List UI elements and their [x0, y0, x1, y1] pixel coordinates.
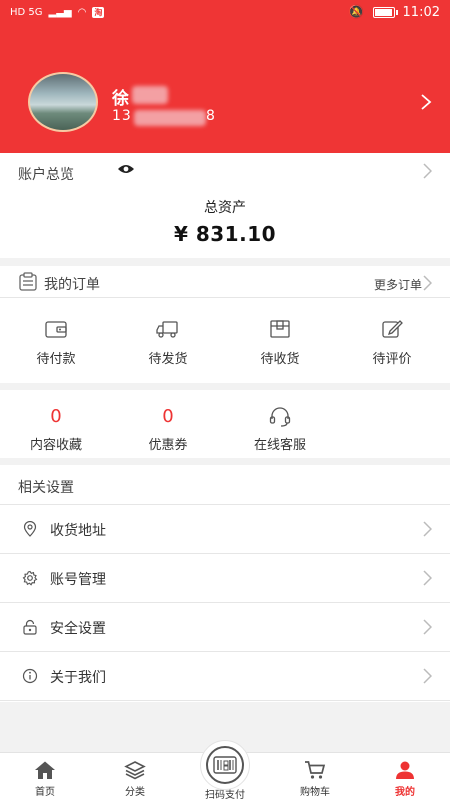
phone-tail: 8 — [206, 108, 216, 124]
scan-pay-button[interactable] — [200, 740, 250, 790]
chevron-right-icon — [422, 521, 432, 537]
settings-item-security[interactable]: 安全设置 — [0, 603, 450, 652]
user-name: 徐 — [112, 89, 129, 109]
phone-mask — [134, 110, 206, 126]
favorites-label: 内容收藏 — [29, 438, 82, 453]
my-orders: 我的订单 更多订单 待付款 待发货 待收货 待评价 — [0, 266, 450, 383]
edit-icon — [382, 320, 403, 338]
order-label: 待发货 — [148, 352, 188, 367]
orders-title: 我的订单 — [44, 277, 100, 293]
profile-header[interactable]: 徐 13 8 — [0, 24, 450, 153]
tab-label: 分类 — [125, 787, 145, 798]
chevron-right-icon — [422, 668, 432, 684]
total-assets-label: 总资产 — [204, 200, 246, 216]
name-mask — [132, 86, 168, 104]
signal-icon: ▂▃▅ — [48, 6, 72, 18]
app-chip: 淘 — [92, 6, 105, 18]
phone-prefix: 13 — [112, 108, 132, 124]
order-label: 待付款 — [36, 352, 76, 367]
order-list-icon — [19, 272, 37, 291]
tab-label: 首页 — [35, 787, 55, 798]
coupons-stat[interactable]: 0 优惠券 — [112, 406, 224, 453]
settings-item-label: 安全设置 — [50, 621, 106, 637]
tab-cart[interactable]: 购物车 — [270, 760, 360, 798]
home-icon — [35, 761, 55, 779]
favorites-count: 0 — [50, 406, 62, 427]
chevron-right-icon[interactable] — [422, 163, 432, 179]
settings-section: 相关设置 收货地址 账号管理 安全设置 关于我们 — [0, 465, 450, 702]
avatar[interactable] — [28, 72, 98, 132]
orders-header[interactable]: 我的订单 更多订单 — [0, 266, 450, 298]
headset-icon — [269, 407, 291, 427]
settings-item-label: 账号管理 — [50, 572, 106, 588]
order-label: 待评价 — [372, 352, 412, 367]
person-icon — [396, 761, 414, 779]
tab-label: 我的 — [395, 787, 415, 798]
settings-item-address[interactable]: 收货地址 — [0, 505, 450, 554]
settings-header: 相关设置 — [0, 465, 450, 505]
settings-item-label: 收货地址 — [50, 523, 106, 539]
overview-title: 账户总览 — [18, 167, 74, 183]
eye-icon[interactable] — [117, 163, 135, 175]
gear-icon — [22, 570, 38, 586]
status-right: 🔕 11:02 — [348, 5, 440, 20]
coupons-count: 0 — [162, 406, 174, 427]
network-indicator: HD 5G — [10, 6, 43, 18]
wallet-icon — [45, 321, 67, 338]
account-overview[interactable]: 账户总览 总资产 ¥ 831.10 — [0, 153, 450, 258]
settings-item-account[interactable]: 账号管理 — [0, 554, 450, 603]
scan-icon — [206, 746, 244, 784]
mute-icon: 🔕 — [348, 4, 365, 20]
settings-title: 相关设置 — [18, 480, 74, 496]
favorites-stat[interactable]: 0 内容收藏 — [0, 406, 112, 453]
tab-label: 购物车 — [300, 787, 330, 798]
location-icon — [23, 521, 37, 537]
chevron-right-icon — [422, 570, 432, 586]
customer-service[interactable]: 在线客服 — [224, 406, 336, 453]
clock: 11:02 — [402, 4, 440, 20]
truck-icon — [156, 321, 178, 338]
order-pending-receipt[interactable]: 待收货 — [224, 318, 336, 367]
chevron-right-icon — [422, 619, 432, 635]
cart-icon — [305, 761, 326, 779]
info-icon — [22, 668, 38, 684]
coupons-label: 优惠券 — [148, 438, 188, 453]
total-assets-value: ¥ 831.10 — [173, 222, 277, 246]
order-pending-shipment[interactable]: 待发货 — [112, 318, 224, 367]
lock-icon — [23, 619, 37, 635]
customer-service-label: 在线客服 — [253, 438, 306, 453]
stats-row: 0 内容收藏 0 优惠券 在线客服 — [0, 390, 450, 458]
wifi-icon: ◠ — [77, 6, 87, 18]
settings-item-about[interactable]: 关于我们 — [0, 652, 450, 701]
status-left: HD 5G ▂▃▅ ◠ 淘 — [10, 6, 105, 18]
settings-item-label: 关于我们 — [50, 670, 106, 686]
tab-home[interactable]: 首页 — [0, 760, 90, 798]
package-icon — [270, 320, 290, 338]
status-bar: HD 5G ▂▃▅ ◠ 淘 🔕 11:02 — [0, 0, 450, 24]
layers-icon — [124, 761, 146, 780]
chevron-right-icon[interactable] — [422, 275, 432, 291]
tab-mine[interactable]: 我的 — [360, 760, 450, 798]
more-orders-link[interactable]: 更多订单 — [374, 276, 422, 293]
user-phone: 13 — [112, 108, 132, 124]
battery-icon — [372, 6, 398, 18]
order-pending-payment[interactable]: 待付款 — [0, 318, 112, 367]
chevron-right-icon[interactable] — [420, 93, 432, 111]
order-label: 待收货 — [260, 352, 300, 367]
tab-category[interactable]: 分类 — [90, 760, 180, 798]
order-pending-review[interactable]: 待评价 — [336, 318, 448, 367]
